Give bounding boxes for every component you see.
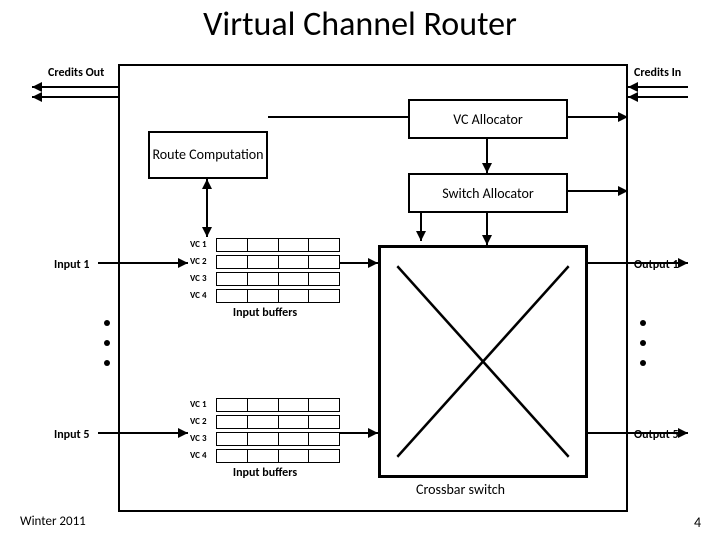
vc-row: VC 1 xyxy=(190,398,340,412)
vc-right-line xyxy=(568,116,628,118)
sw-to-buf-line xyxy=(420,213,422,241)
vc1-label: VC 1 xyxy=(190,238,216,252)
rc-to-vc-line xyxy=(268,116,408,118)
credits-out-arrow-bot xyxy=(32,96,118,98)
input-buffers-2: VC 1 VC 2 VC 3 VC 4 Input buffers xyxy=(190,398,340,480)
input-5-label: Input 5 xyxy=(54,428,89,442)
vc-row: VC 4 xyxy=(190,289,340,303)
vc4-label: VC 4 xyxy=(190,449,216,463)
right-ellipsis xyxy=(636,320,650,366)
sw-to-crossbar-arrow xyxy=(486,213,488,245)
footer-term: Winter 2011 xyxy=(20,514,86,529)
output-5-arrow xyxy=(588,432,688,434)
vc-to-sw-arrow xyxy=(486,139,488,173)
vc-row: VC 3 xyxy=(190,272,340,286)
credits-in-arrow-top xyxy=(628,86,688,88)
input-buffers-2-label: Input buffers xyxy=(190,466,340,480)
input-5-arrow xyxy=(98,432,188,434)
credits-in-label: Credits In xyxy=(634,66,681,80)
vc-row: VC 2 xyxy=(190,415,340,429)
crossbar-box xyxy=(378,245,588,478)
route-computation-box: Route Computation xyxy=(148,131,268,179)
switch-allocator-box: Switch Allocator xyxy=(408,173,568,213)
vc-row: VC 4 xyxy=(190,449,340,463)
vc-row: VC 1 xyxy=(190,238,340,252)
buf1-to-crossbar xyxy=(340,262,378,264)
credits-out-label: Credits Out xyxy=(48,66,104,80)
vc-row: VC 3 xyxy=(190,432,340,446)
output-1-arrow xyxy=(588,262,688,264)
crossbar-x-icon xyxy=(381,248,585,475)
vc-allocator-box: VC Allocator xyxy=(408,99,568,139)
vc1-label: VC 1 xyxy=(190,398,216,412)
vc-row: VC 2 xyxy=(190,255,340,269)
sw-right-line xyxy=(568,190,628,192)
input-1-label: Input 1 xyxy=(54,258,89,272)
vc4-label: VC 4 xyxy=(190,289,216,303)
input-buffers-1: VC 1 VC 2 VC 3 VC 4 Input buffers xyxy=(190,238,340,320)
page-number: 4 xyxy=(694,514,701,531)
page-title: Virtual Channel Router xyxy=(0,4,720,45)
input-1-arrow xyxy=(98,262,188,264)
output-5-label: Output 5 xyxy=(634,428,679,442)
vc3-label: VC 3 xyxy=(190,272,216,286)
credits-out-arrow-top xyxy=(32,86,118,88)
rc-buf-double-arrow xyxy=(206,179,208,237)
route-computation-label: Route Computation xyxy=(152,147,263,162)
vc3-label: VC 3 xyxy=(190,432,216,446)
buf2-to-crossbar xyxy=(340,432,378,434)
output-1-label: Output 1 xyxy=(634,258,679,272)
crossbar-label: Crossbar switch xyxy=(416,481,505,498)
left-ellipsis xyxy=(100,320,114,366)
vc2-label: VC 2 xyxy=(190,415,216,429)
input-buffers-1-label: Input buffers xyxy=(190,306,340,320)
vc2-label: VC 2 xyxy=(190,255,216,269)
credits-in-arrow-bot xyxy=(628,96,688,98)
